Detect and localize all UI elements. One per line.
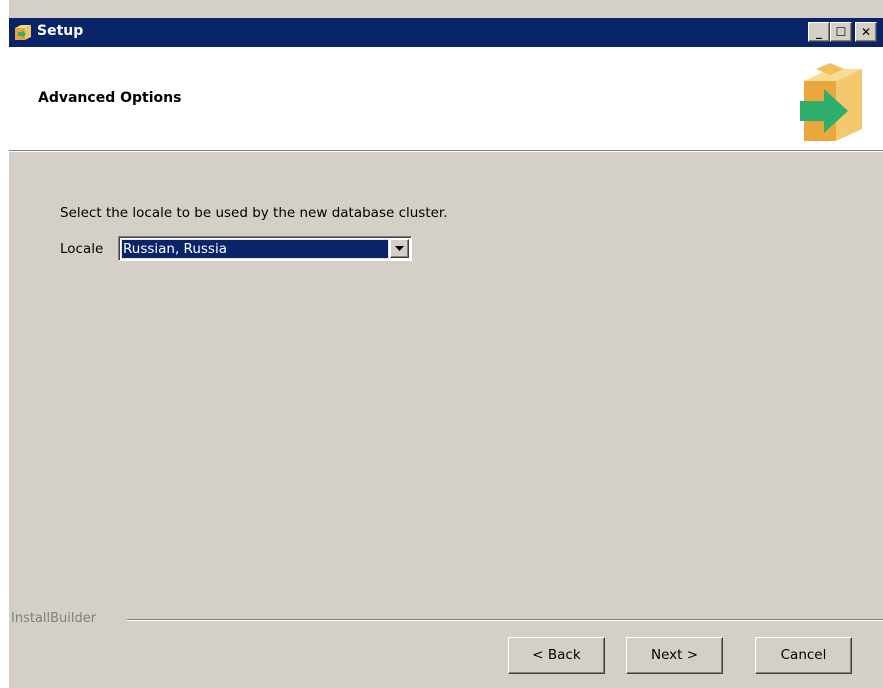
chevron-down-icon (395, 246, 404, 251)
cancel-button[interactable]: Cancel (755, 637, 852, 674)
close-button[interactable]: ✕ (855, 22, 877, 42)
close-icon: ✕ (860, 25, 872, 39)
app-icon (13, 22, 33, 42)
window-title: Setup (37, 23, 84, 39)
setup-window: Setup _ ☐ ✕ Advanced Options Select the … (8, 0, 883, 688)
next-button[interactable]: Next > (626, 637, 723, 674)
minimize-icon: _ (816, 25, 822, 39)
wizard-header: Advanced Options (9, 47, 883, 151)
locale-dropdown-button[interactable] (390, 239, 409, 258)
maximize-button[interactable]: ☐ (830, 22, 852, 42)
locale-instruction: Select the locale to be used by the new … (60, 205, 448, 221)
footer-divider (127, 619, 883, 621)
locale-label: Locale (60, 241, 104, 257)
installer-box-arrow-icon (796, 59, 866, 143)
maximize-icon: ☐ (835, 25, 847, 39)
page-title: Advanced Options (38, 90, 182, 106)
locale-select[interactable]: Russian, Russia (118, 236, 412, 261)
title-bar[interactable] (9, 18, 883, 47)
back-button[interactable]: < Back (508, 637, 605, 674)
header-separator (9, 151, 883, 152)
locale-selected-value[interactable]: Russian, Russia (121, 239, 389, 259)
minimize-button[interactable]: _ (808, 22, 830, 42)
installbuilder-label: InstallBuilder (11, 611, 97, 626)
